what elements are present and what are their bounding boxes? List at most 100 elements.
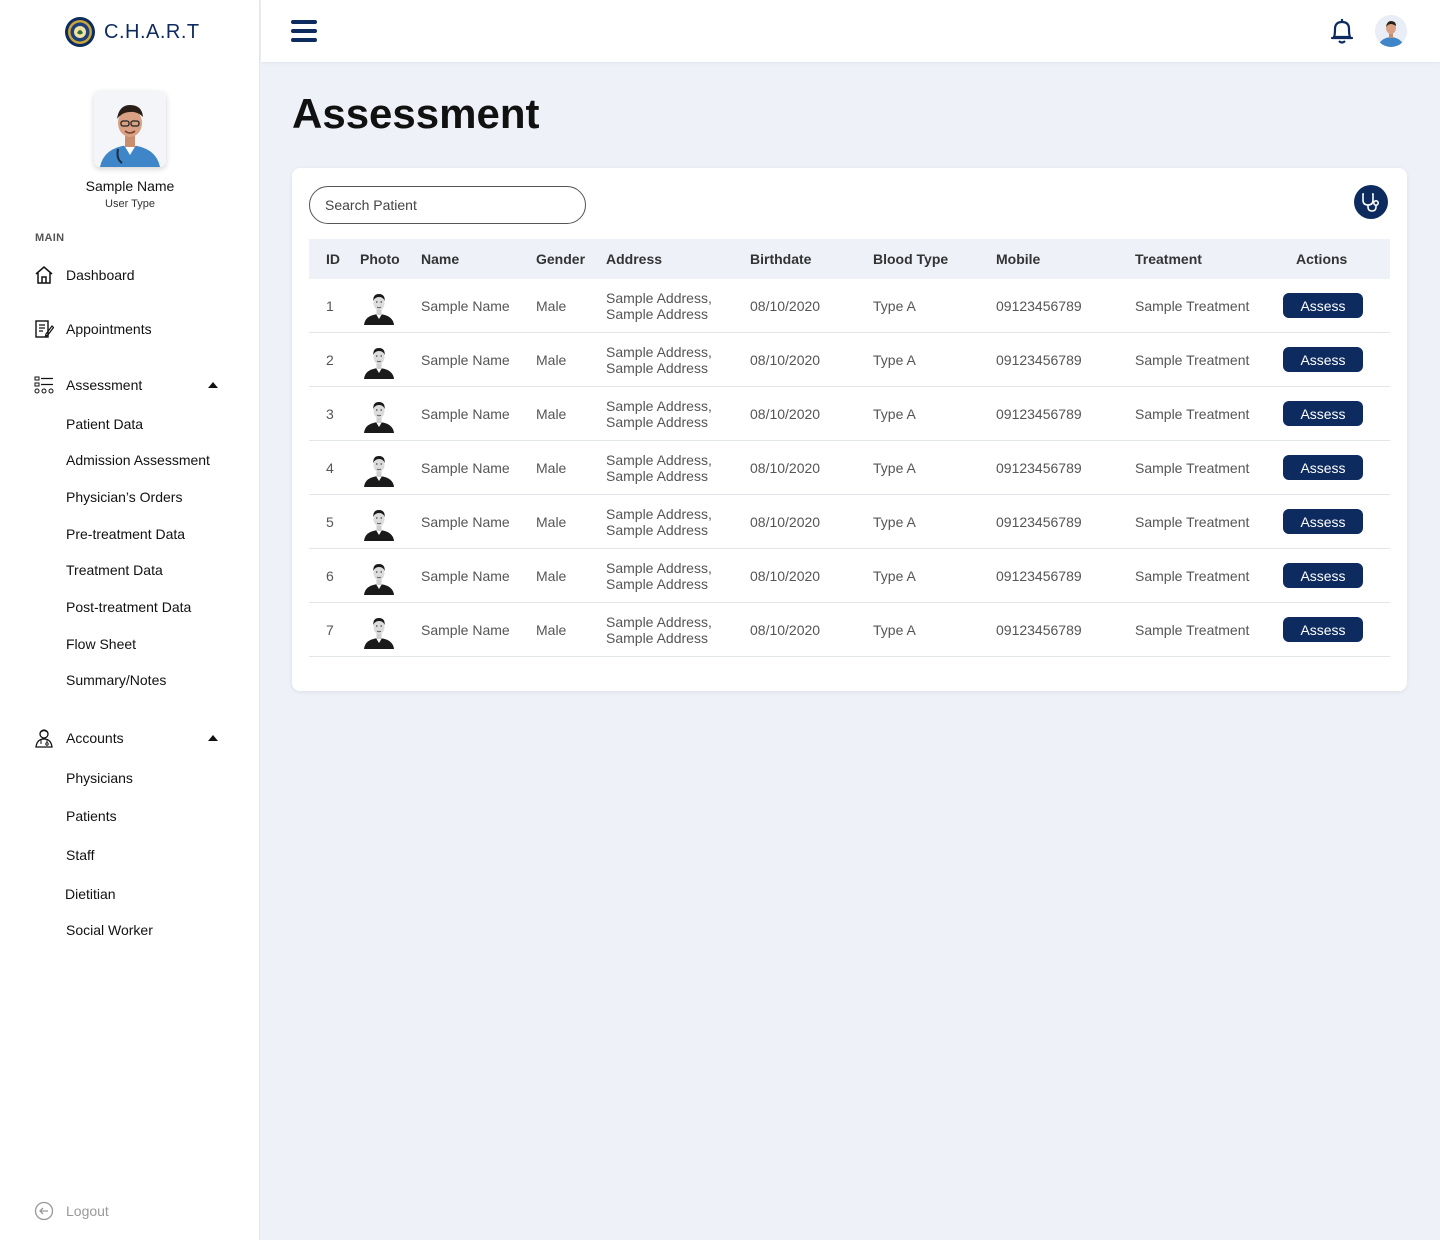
sidebar-subitem-physicians-orders[interactable]: Physician’s Orders [66, 489, 182, 505]
sidebar-subitem-physicians[interactable]: Physicians [66, 770, 133, 786]
profile-name: Sample Name [85, 178, 175, 194]
cell-id: 7 [326, 622, 334, 638]
cell-mobile: 09123456789 [996, 622, 1082, 638]
assess-button[interactable]: Assess [1283, 617, 1363, 642]
hamburger-icon[interactable] [291, 20, 317, 42]
doctor-avatar-icon [94, 91, 166, 167]
cell-blood-type: Type A [873, 298, 916, 314]
sidebar-subitem-summary-notes[interactable]: Summary/Notes [66, 672, 166, 688]
cell-address: Sample Address, Sample Address [606, 614, 712, 646]
cell-birthdate: 08/10/2020 [750, 352, 821, 368]
cell-birthdate: 08/10/2020 [750, 568, 821, 584]
assess-button[interactable]: Assess [1283, 563, 1363, 588]
sidebar-subitem-pre-treatment-data[interactable]: Pre-treatment Data [66, 526, 185, 542]
cell-address: Sample Address, Sample Address [606, 506, 712, 538]
cell-id: 3 [326, 406, 334, 422]
patient-photo-icon [362, 399, 396, 433]
stethoscope-icon [1362, 193, 1380, 212]
sidebar-subitem-post-treatment-data[interactable]: Post-treatment Data [66, 599, 191, 615]
cell-birthdate: 08/10/2020 [750, 406, 821, 422]
cell-name: Sample Name [421, 568, 510, 584]
assess-button[interactable]: Assess [1283, 293, 1363, 318]
assess-button[interactable]: Assess [1283, 347, 1363, 372]
column-header-blood-type: Blood Type [873, 251, 949, 267]
brand[interactable]: C.H.A.R.T [64, 16, 200, 48]
profile-user-type: User Type [105, 198, 155, 210]
sidebar-item-assessment[interactable]: Assessment [34, 375, 142, 395]
stethoscope-button[interactable] [1354, 185, 1388, 219]
brand-name: C.H.A.R.T [104, 20, 200, 43]
cell-id: 5 [326, 514, 334, 530]
profile-avatar[interactable] [94, 91, 166, 167]
logout-button[interactable]: Logout [34, 1201, 109, 1221]
patient-photo-icon [362, 345, 396, 379]
table-row: 3 Sample Name Male Sample Address, Sample… [309, 387, 1390, 441]
table-row: 2 Sample Name Male Sample Address, Sample… [309, 333, 1390, 387]
sidebar-item-accounts[interactable]: Accounts [34, 728, 124, 748]
cell-birthdate: 08/10/2020 [750, 460, 821, 476]
cell-mobile: 09123456789 [996, 514, 1082, 530]
cell-treatment: Sample Treatment [1135, 406, 1250, 422]
bell-icon[interactable] [1329, 17, 1355, 45]
cell-treatment: Sample Treatment [1135, 622, 1250, 638]
sidebar-subitem-treatment-data[interactable]: Treatment Data [66, 562, 163, 578]
sidebar-subitem-staff[interactable]: Staff [66, 847, 95, 863]
top-bar [261, 0, 1440, 62]
column-header-mobile: Mobile [996, 251, 1041, 267]
cell-name: Sample Name [421, 460, 510, 476]
sidebar-subitem-patient-data[interactable]: Patient Data [66, 416, 143, 432]
cell-gender: Male [536, 514, 567, 530]
sidebar-subitem-patients[interactable]: Patients [66, 808, 117, 824]
user-avatar[interactable] [1375, 15, 1407, 47]
cell-treatment: Sample Treatment [1135, 568, 1250, 584]
sidebar-subitem-social-worker[interactable]: Social Worker [66, 922, 153, 938]
table-row: 7 Sample Name Male Sample Address, Sample… [309, 603, 1390, 657]
cell-name: Sample Name [421, 298, 510, 314]
brand-logo-icon [65, 17, 95, 47]
sidebar-subitem-admission-assessment[interactable]: Admission Assessment [66, 452, 210, 468]
assess-button[interactable]: Assess [1283, 401, 1363, 426]
column-header-actions: Actions [1296, 251, 1348, 267]
cell-gender: Male [536, 568, 567, 584]
cell-gender: Male [536, 622, 567, 638]
cell-birthdate: 08/10/2020 [750, 298, 821, 314]
search-input[interactable] [309, 186, 586, 224]
cell-mobile: 09123456789 [996, 568, 1082, 584]
cell-mobile: 09123456789 [996, 406, 1082, 422]
assess-button[interactable]: Assess [1283, 509, 1363, 534]
sidebar-subitem-dietitian[interactable]: Dietitian [65, 886, 116, 902]
cell-id: 4 [326, 460, 334, 476]
sidebar-item-appointments[interactable]: Appointments [34, 319, 152, 339]
accounts-collapse-caret-icon[interactable] [208, 735, 218, 741]
patient-photo-icon [362, 561, 396, 595]
sidebar-item-assessment-label: Assessment [66, 377, 143, 393]
column-header-treatment: Treatment [1135, 251, 1202, 267]
sidebar-subitem-flow-sheet[interactable]: Flow Sheet [66, 636, 136, 652]
cell-mobile: 09123456789 [996, 298, 1082, 314]
column-header-gender: Gender [536, 251, 586, 267]
cell-treatment: Sample Treatment [1135, 460, 1250, 476]
cell-name: Sample Name [421, 352, 510, 368]
cell-address: Sample Address, Sample Address [606, 560, 712, 592]
doctor-avatar-icon [1375, 15, 1407, 47]
clipboard-icon [35, 320, 54, 338]
cell-blood-type: Type A [873, 460, 916, 476]
sidebar-item-dashboard[interactable]: Dashboard [34, 265, 135, 285]
patients-card: ID Photo Name Gender Address Birthdate B… [292, 168, 1407, 691]
cell-blood-type: Type A [873, 622, 916, 638]
cell-gender: Male [536, 352, 567, 368]
column-header-address: Address [606, 251, 663, 267]
table-row: 1 Sample Name Male Sample Address, Sample… [309, 279, 1390, 333]
cell-address: Sample Address, Sample Address [606, 344, 712, 376]
table-row: 6 Sample Name Male Sample Address, Sample… [309, 549, 1390, 603]
cell-mobile: 09123456789 [996, 352, 1082, 368]
sidebar-item-appointments-label: Appointments [66, 321, 152, 337]
column-header-photo: Photo [360, 251, 400, 267]
sidebar-item-accounts-label: Accounts [66, 730, 124, 746]
checklist-icon [34, 376, 54, 394]
cell-gender: Male [536, 298, 567, 314]
cell-gender: Male [536, 406, 567, 422]
assess-button[interactable]: Assess [1283, 455, 1363, 480]
assessment-collapse-caret-icon[interactable] [208, 382, 218, 388]
cell-id: 6 [326, 568, 334, 584]
